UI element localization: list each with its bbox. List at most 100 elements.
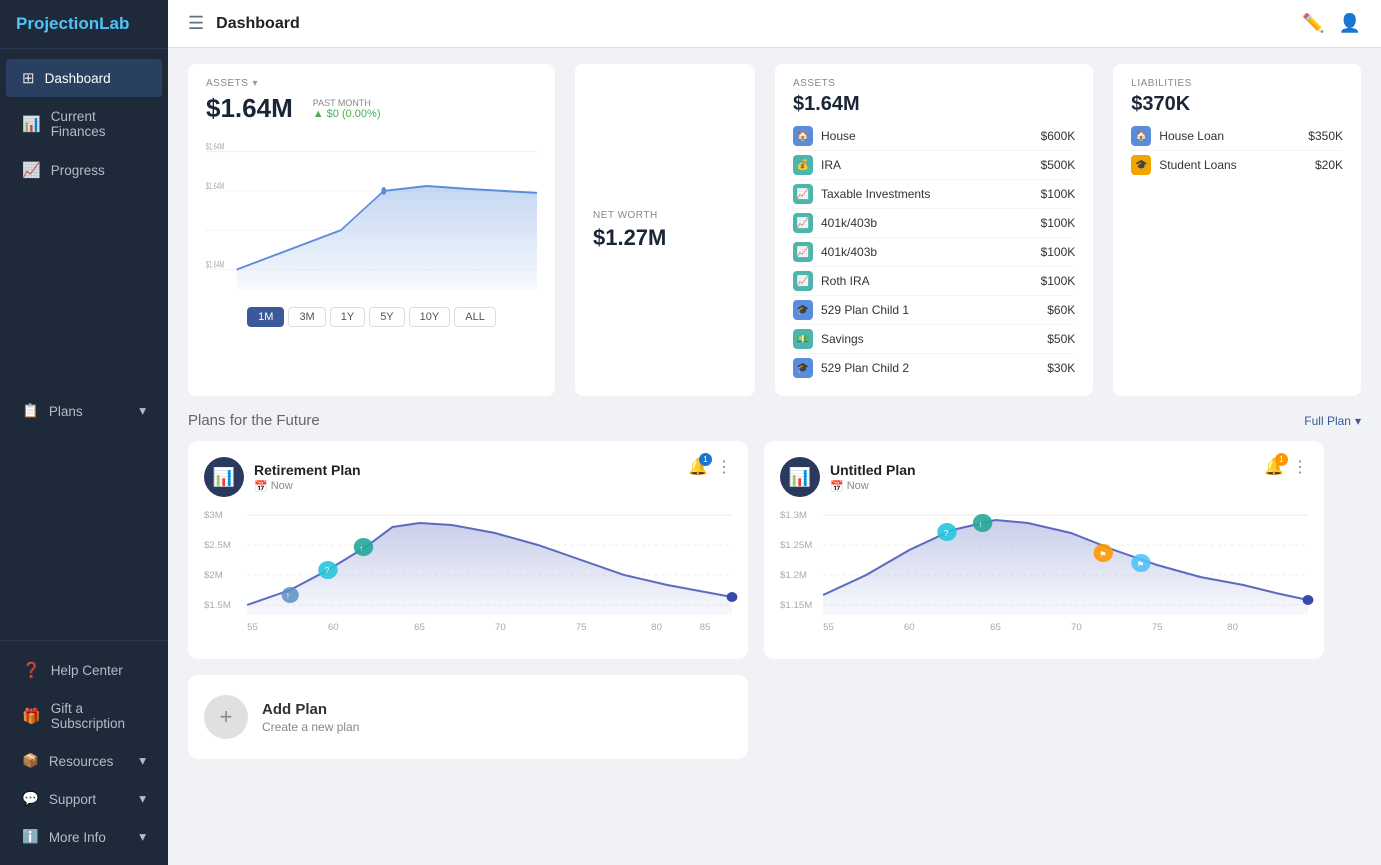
plans-section: Plans for the Future Full Plan ▾ 📊 Ret [188, 412, 1361, 759]
profile-icon[interactable]: 👤 [1339, 13, 1361, 34]
dashboard-content: ASSETS ▾ $1.64M PAST MONTH ▲ $0 (0.00%) [168, 48, 1381, 775]
sidebar-item-plans[interactable]: 📋 Plans ▾ [6, 393, 162, 429]
topbar: ☰ Dashboard ✏️ 👤 [168, 0, 1381, 48]
time-btn-1y[interactable]: 1Y [330, 307, 365, 327]
calendar-icon: 📅 [254, 480, 268, 493]
svg-text:↑: ↑ [286, 590, 290, 600]
settings-icon[interactable]: ✏️ [1302, 13, 1324, 34]
plan-icon-name: 📊 Retirement Plan 📅 Now [204, 457, 361, 497]
svg-text:85: 85 [700, 622, 711, 632]
add-plan-sublabel: Create a new plan [262, 720, 359, 734]
asset-row: 💵 Savings $50K [793, 325, 1075, 354]
asset-row: 📈 Taxable Investments $100K [793, 180, 1075, 209]
sidebar-item-dashboard[interactable]: ⊞ Dashboard [6, 59, 162, 97]
svg-text:55: 55 [247, 622, 258, 632]
sidebar-item-label: Support [49, 792, 96, 807]
liability-row: 🏠 House Loan $350K [1131, 122, 1343, 151]
chevron-down-icon: ▾ [139, 791, 146, 807]
svg-text:⚑: ⚑ [1137, 559, 1145, 569]
asset-row: 📈 401k/403b $100K [793, 209, 1075, 238]
page-title: Dashboard [216, 15, 300, 33]
retirement-plan-card: 📊 Retirement Plan 📅 Now � [188, 441, 748, 659]
time-btn-1m[interactable]: 1M [247, 307, 284, 327]
svg-text:$1.2M: $1.2M [780, 570, 807, 580]
assets-breakdown-value: $1.64M [793, 93, 860, 116]
resources-icon: 📦 [22, 753, 39, 769]
help-icon: ❓ [22, 661, 41, 679]
asset-row: 🏠 House $600K [793, 122, 1075, 151]
svg-text:70: 70 [1071, 622, 1082, 632]
svg-text:$1.64M: $1.64M [206, 259, 224, 270]
net-worth-label: NET WORTH [593, 210, 737, 221]
plan-actions: 🔔1 ⋮ [688, 457, 732, 477]
assets-value: $1.64M [206, 93, 293, 124]
untitled-plan-date: 📅 Now [830, 480, 916, 493]
svg-text:55: 55 [823, 622, 834, 632]
svg-text:$1.3M: $1.3M [780, 510, 807, 520]
svg-text:$1.5M: $1.5M [204, 600, 231, 610]
add-plan-icon: + [204, 695, 248, 739]
time-btn-all[interactable]: ALL [454, 307, 496, 327]
dropdown-icon[interactable]: ▾ [252, 78, 258, 89]
svg-text:80: 80 [651, 622, 662, 632]
retirement-plan-name: Retirement Plan [254, 462, 361, 478]
sidebar-item-label: Gift a Subscription [51, 701, 146, 731]
sidebar-item-more-info[interactable]: ℹ️ More Info ▾ [6, 819, 162, 855]
add-plan-card[interactable]: + Add Plan Create a new plan [188, 675, 748, 759]
liabilities-card: LIABILITIES $370K 🏠 House Loan $350K 🎓 S… [1113, 64, 1361, 396]
sidebar-item-label: Dashboard [45, 71, 111, 86]
menu-icon[interactable]: ☰ [188, 13, 204, 34]
svg-text:↑: ↑ [359, 543, 363, 553]
app-logo: ProjectionLab [0, 0, 168, 49]
topbar-icons: ✏️ 👤 [1302, 13, 1361, 34]
sidebar-item-gift-subscription[interactable]: 🎁 Gift a Subscription [6, 691, 162, 741]
sidebar-item-current-finances[interactable]: 📊 Current Finances [6, 99, 162, 149]
notification-icon[interactable]: 🔔1 [688, 457, 708, 477]
plan-card-header: 📊 Retirement Plan 📅 Now � [204, 457, 732, 497]
support-icon: 💬 [22, 791, 39, 807]
time-btn-10y[interactable]: 10Y [409, 307, 451, 327]
svg-text:65: 65 [414, 622, 425, 632]
more-options-icon[interactable]: ⋮ [716, 457, 732, 477]
past-month-value: ▲ $0 (0.00%) [313, 108, 381, 120]
svg-text:$1.15M: $1.15M [780, 600, 813, 610]
notification-icon[interactable]: 🔔1 [1264, 457, 1284, 477]
assets-breakdown-label: ASSETS [793, 78, 860, 89]
plans-header: Plans for the Future Full Plan ▾ [188, 412, 1361, 429]
sidebar-item-help-center[interactable]: ❓ Help Center [6, 651, 162, 689]
plans-subtitle: for the Future [230, 412, 320, 429]
sidebar: ProjectionLab ⊞ Dashboard 📊 Current Fina… [0, 0, 168, 865]
past-month-label: PAST MONTH [313, 98, 381, 108]
asset-row: 📈 Roth IRA $100K [793, 267, 1075, 296]
sidebar-item-progress[interactable]: 📈 Progress [6, 151, 162, 189]
untitled-plan-icon: 📊 [780, 457, 820, 497]
liabilities-value: $370K [1131, 93, 1343, 116]
sidebar-item-label: More Info [49, 830, 106, 845]
chevron-down-icon: ▾ [139, 403, 146, 419]
plan-actions: 🔔1 ⋮ [1264, 457, 1308, 477]
plan-card-header: 📊 Untitled Plan 📅 Now 🔔1 [780, 457, 1308, 497]
more-options-icon[interactable]: ⋮ [1292, 457, 1308, 477]
svg-text:$2M: $2M [204, 570, 223, 580]
assets-breakdown-card: ASSETS $1.64M 🏠 House $600K 💰 IRA $500K [775, 64, 1093, 396]
sidebar-item-resources[interactable]: 📦 Resources ▾ [6, 743, 162, 779]
svg-text:75: 75 [576, 622, 587, 632]
net-worth-value: $1.27M [593, 225, 737, 251]
full-plan-button[interactable]: Full Plan ▾ [1304, 414, 1361, 428]
asset-row: 💰 IRA $500K [793, 151, 1075, 180]
net-worth-card: NET WORTH $1.27M [575, 64, 755, 396]
logo-text: ProjectionLab [16, 14, 129, 33]
svg-text:?: ? [944, 528, 949, 538]
topbar-left: ☰ Dashboard [188, 13, 300, 34]
sidebar-item-label: Current Finances [51, 109, 146, 139]
assets-chart: $1.64M $1.64M $1.64M [188, 124, 555, 299]
assets-label: ASSETS ▾ [206, 78, 537, 89]
asset-row: 🎓 529 Plan Child 2 $30K [793, 354, 1075, 382]
dashboard-icon: ⊞ [22, 69, 35, 87]
time-btn-5y[interactable]: 5Y [369, 307, 404, 327]
finances-icon: 📊 [22, 115, 41, 133]
sidebar-item-support[interactable]: 💬 Support ▾ [6, 781, 162, 817]
sidebar-item-label: Resources [49, 754, 114, 769]
time-btn-3m[interactable]: 3M [288, 307, 325, 327]
svg-text:80: 80 [1227, 622, 1238, 632]
